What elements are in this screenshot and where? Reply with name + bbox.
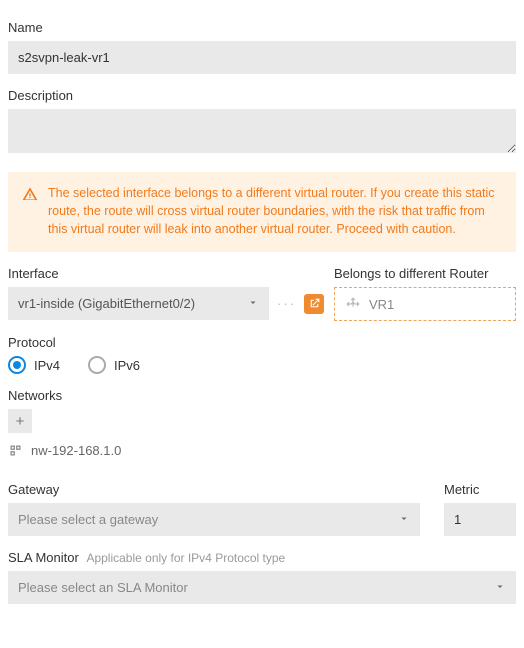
- name-input[interactable]: [8, 41, 516, 74]
- metric-input[interactable]: [444, 503, 516, 536]
- protocol-ipv4-label: IPv4: [34, 358, 60, 373]
- sla-label-row: SLA Monitor Applicable only for IPv4 Pro…: [8, 550, 516, 565]
- add-network-button[interactable]: +: [8, 409, 32, 433]
- name-label: Name: [8, 20, 516, 35]
- plus-icon: +: [16, 413, 25, 430]
- chevron-down-icon: [494, 580, 506, 595]
- chevron-down-icon: [247, 296, 259, 311]
- route-leak-icon: [304, 294, 324, 314]
- interface-selected-value: vr1-inside (GigabitEthernet0/2): [18, 296, 195, 311]
- protocol-ipv4-radio[interactable]: IPv4: [8, 356, 60, 374]
- gateway-placeholder: Please select a gateway: [18, 512, 158, 527]
- router-icon: [345, 296, 361, 312]
- network-object-icon: [8, 443, 23, 458]
- protocol-ipv6-label: IPv6: [114, 358, 140, 373]
- belongs-label: Belongs to different Router: [334, 266, 516, 281]
- warning-icon: [22, 186, 38, 238]
- sla-label: SLA Monitor: [8, 550, 79, 565]
- protocol-label: Protocol: [8, 335, 516, 350]
- link-dots: ···: [277, 296, 296, 311]
- interface-label: Interface: [8, 266, 324, 281]
- gateway-label: Gateway: [8, 482, 420, 497]
- sla-monitor-select[interactable]: Please select an SLA Monitor: [8, 571, 516, 604]
- sla-placeholder: Please select an SLA Monitor: [18, 580, 188, 595]
- interface-select[interactable]: vr1-inside (GigabitEthernet0/2): [8, 287, 269, 320]
- networks-label: Networks: [8, 388, 516, 403]
- different-router-box: VR1: [334, 287, 516, 321]
- metric-label: Metric: [444, 482, 516, 497]
- warning-alert: The selected interface belongs to a diff…: [8, 172, 516, 252]
- protocol-radio-group: IPv4 IPv6: [8, 356, 516, 374]
- warning-text: The selected interface belongs to a diff…: [48, 184, 502, 238]
- protocol-ipv6-radio[interactable]: IPv6: [88, 356, 140, 374]
- description-label: Description: [8, 88, 516, 103]
- network-list-item[interactable]: nw-192-168.1.0: [8, 443, 516, 458]
- static-route-form: Name Description The selected interface …: [0, 0, 524, 624]
- radio-circle-icon: [8, 356, 26, 374]
- description-textarea[interactable]: [8, 109, 516, 153]
- gateway-select[interactable]: Please select a gateway: [8, 503, 420, 536]
- sla-hint: Applicable only for IPv4 Protocol type: [86, 551, 285, 565]
- network-name: nw-192-168.1.0: [31, 443, 121, 458]
- chevron-down-icon: [398, 512, 410, 527]
- radio-circle-icon: [88, 356, 106, 374]
- router-name: VR1: [369, 297, 394, 312]
